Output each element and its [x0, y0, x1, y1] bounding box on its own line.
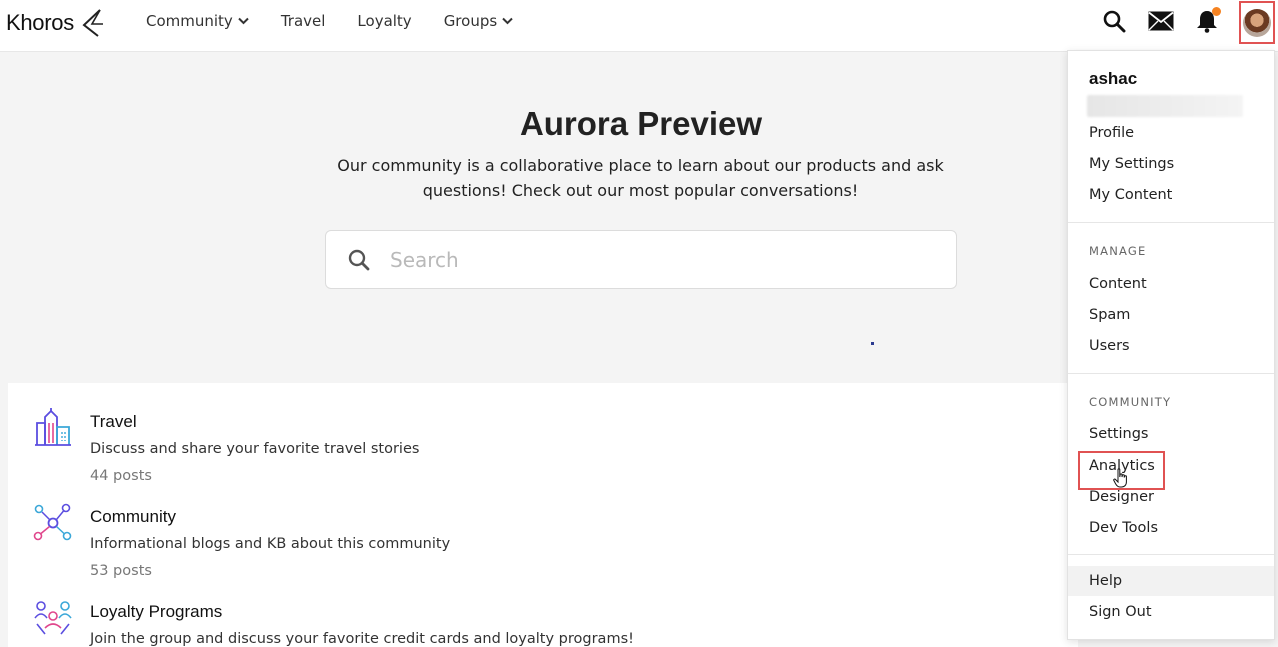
nav-groups-label: Groups [443, 12, 498, 30]
menu-divider [1068, 554, 1274, 555]
avatar [1243, 8, 1271, 37]
search-bar[interactable] [325, 230, 957, 289]
search-input[interactable] [390, 247, 890, 272]
menu-item-sign-out[interactable]: Sign Out [1089, 604, 1152, 620]
nav-community[interactable]: Community [146, 12, 249, 30]
network-nodes-icon [33, 503, 72, 541]
logo-text: Khoros [6, 10, 74, 35]
menu-divider [1068, 373, 1274, 374]
user-avatar-button[interactable] [1239, 1, 1275, 44]
nav-groups[interactable]: Groups [444, 12, 513, 30]
nav-loyalty-label: Loyalty [357, 12, 412, 30]
menu-item-dev-tools[interactable]: Dev Tools [1089, 520, 1158, 536]
menu-item-my-content[interactable]: My Content [1089, 187, 1172, 203]
chevron-down-icon [502, 17, 513, 25]
menu-item-content[interactable]: Content [1089, 276, 1147, 292]
chevron-down-icon [238, 17, 249, 25]
people-group-icon [34, 601, 72, 635]
notifications-button[interactable] [1196, 7, 1221, 33]
decorative-dot [871, 342, 874, 345]
place-title[interactable]: Loyalty Programs [90, 602, 222, 622]
search-button[interactable] [1102, 9, 1126, 33]
top-navigation-bar: Khoros Community Travel Loyalty Groups [0, 0, 1278, 52]
place-description: Informational blogs and KB about this co… [90, 536, 451, 552]
place-description: Join the group and discuss your favorite… [90, 631, 634, 647]
hand-pointer-cursor-icon [1113, 468, 1127, 488]
redacted-email [1087, 95, 1243, 117]
header-actions [1102, 0, 1221, 42]
menu-item-users[interactable]: Users [1089, 338, 1130, 354]
city-buildings-icon [35, 408, 71, 446]
place-title[interactable]: Community [90, 507, 176, 527]
menu-heading-community: COMMUNITY [1089, 395, 1172, 409]
search-icon [347, 248, 371, 272]
nav-travel-label: Travel [280, 12, 326, 30]
place-title[interactable]: Travel [90, 412, 137, 432]
page-subtitle: Our community is a collaborative place t… [337, 156, 944, 200]
user-dropdown-menu: ashac Profile My Settings My Content MAN… [1067, 50, 1275, 640]
menu-item-settings[interactable]: Settings [1089, 426, 1148, 442]
place-post-count: 53 posts [90, 563, 152, 579]
menu-username: ashac [1089, 69, 1138, 88]
notification-dot [1212, 7, 1221, 16]
search-icon [1103, 10, 1126, 33]
menu-heading-manage: MANAGE [1089, 244, 1147, 258]
menu-item-spam[interactable]: Spam [1089, 307, 1130, 323]
main-nav: Community Travel Loyalty Groups [146, 0, 545, 42]
menu-item-profile[interactable]: Profile [1089, 125, 1134, 141]
messages-button[interactable] [1148, 11, 1174, 31]
place-description: Discuss and share your favorite travel s… [90, 441, 420, 457]
menu-item-designer[interactable]: Designer [1089, 489, 1154, 505]
nav-travel[interactable]: Travel [281, 12, 326, 30]
place-post-count: 44 posts [90, 468, 152, 484]
places-list: Travel Discuss and share your favorite t… [8, 383, 1078, 647]
nav-loyalty[interactable]: Loyalty [357, 12, 411, 30]
menu-item-help[interactable]: Help [1089, 573, 1122, 589]
nav-community-label: Community [146, 12, 233, 30]
khoros-logo-mark-icon [82, 9, 103, 37]
mail-icon [1148, 11, 1174, 31]
menu-item-my-settings[interactable]: My Settings [1089, 156, 1174, 172]
khoros-logo[interactable]: Khoros [6, 8, 104, 38]
menu-divider [1068, 222, 1274, 223]
